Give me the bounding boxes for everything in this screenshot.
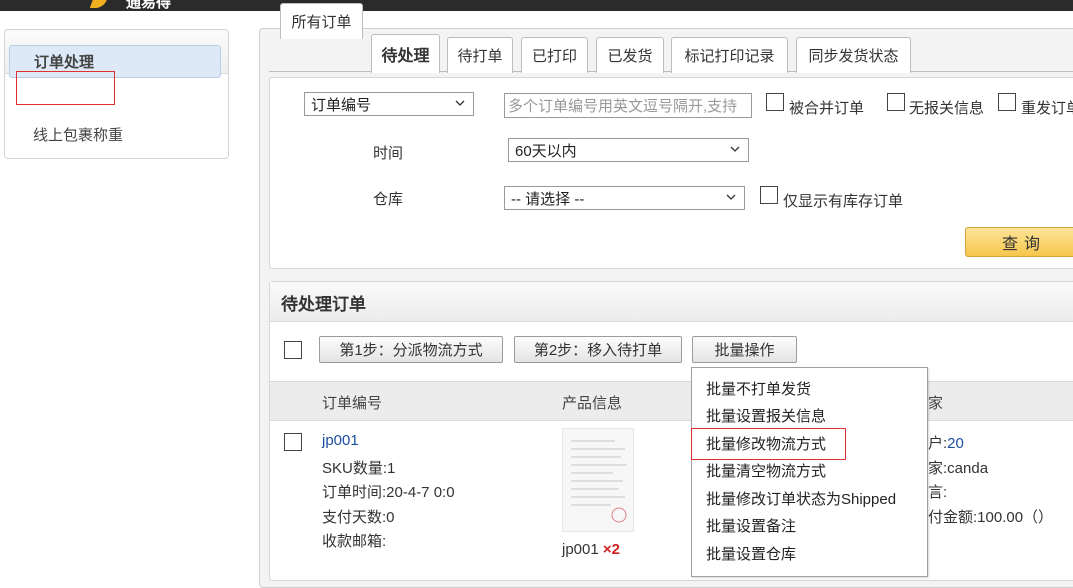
product-thumbnail[interactable]	[562, 428, 634, 532]
menu-item-clear-shipping[interactable]: 批量清空物流方式	[706, 460, 826, 481]
menu-item-ship-without-print[interactable]: 批量不打单发货	[706, 378, 811, 399]
chevron-down-icon	[726, 194, 736, 200]
order-field-select[interactable]: 订单编号	[304, 92, 474, 116]
column-buyer: 家	[928, 395, 944, 412]
seller-info: 家:canda	[928, 460, 989, 477]
product-sku-text: jp001	[562, 541, 599, 558]
chevron-down-icon	[455, 100, 465, 106]
pay-days: 支付天数:0	[322, 509, 395, 526]
tab-shipped[interactable]: 已发货	[596, 37, 664, 73]
column-product-info: 产品信息	[562, 395, 623, 412]
move-to-print-button[interactable]: 第2步：移入待打单	[514, 336, 682, 363]
column-order-number: 订单编号	[322, 395, 383, 412]
pending-orders-panel	[269, 281, 1073, 581]
top-bar: 通易得	[0, 0, 1073, 11]
buyer-label: 户:	[928, 435, 948, 452]
warehouse-select[interactable]: -- 请选择 --	[504, 186, 745, 210]
assign-shipping-button[interactable]: 第1步：分派物流方式	[319, 336, 503, 363]
reship-checkbox[interactable]	[998, 93, 1016, 111]
table-header	[270, 381, 1073, 421]
brand-name: 通易得	[126, 0, 172, 11]
query-button[interactable]: 查询	[965, 227, 1073, 257]
highlight-box	[691, 428, 846, 460]
merged-orders-label: 被合并订单	[789, 100, 865, 117]
logo-icon	[89, 0, 109, 8]
pending-orders-title: 待处理订单	[281, 295, 366, 314]
sku-count: SKU数量:1	[322, 460, 396, 477]
order-id-link[interactable]: jp001	[322, 432, 359, 449]
warehouse-label: 仓库	[373, 191, 404, 208]
chevron-down-icon	[730, 146, 740, 152]
tab-to-print[interactable]: 待打单	[447, 37, 513, 73]
message-info: 言:	[928, 484, 948, 501]
pay-amount: 付金额:100.00（）	[928, 509, 1054, 526]
tab-all-orders[interactable]: 所有订单	[280, 3, 363, 39]
row-checkbox[interactable]	[284, 433, 302, 451]
menu-item-set-warehouse[interactable]: 批量设置仓库	[706, 543, 796, 564]
pending-orders-header	[270, 282, 1073, 322]
in-stock-label: 仅显示有库存订单	[783, 193, 904, 210]
in-stock-checkbox[interactable]	[760, 186, 778, 204]
highlight-box	[16, 71, 115, 105]
no-customs-checkbox[interactable]	[887, 93, 905, 111]
time-select[interactable]: 60天以内	[508, 138, 749, 162]
order-field-select-value: 订单编号	[311, 96, 372, 114]
order-number-input[interactable]: 多个订单编号用英文逗号隔开,支持	[504, 93, 752, 118]
buyer-info: 户:20	[928, 432, 964, 453]
menu-item-mark-shipped[interactable]: 批量修改订单状态为Shipped	[706, 488, 896, 509]
time-select-value: 60天以内	[515, 142, 577, 160]
time-label: 时间	[373, 145, 404, 162]
menu-item-set-customs[interactable]: 批量设置报关信息	[706, 405, 826, 426]
sidebar-item-package-weighing[interactable]: 线上包裹称重	[9, 118, 221, 151]
merged-orders-checkbox[interactable]	[766, 93, 784, 111]
document-image	[563, 429, 633, 531]
tab-sync-shipping[interactable]: 同步发货状态	[796, 37, 911, 73]
no-customs-label: 无报关信息	[909, 100, 985, 117]
product-sku: jp001 ×2	[562, 541, 620, 558]
select-all-checkbox[interactable]	[284, 341, 302, 359]
product-quantity: ×2	[602, 541, 620, 558]
reship-label: 重发订单	[1021, 100, 1073, 117]
order-time: 订单时间:20-4-7 0:0	[322, 484, 455, 501]
buyer-value[interactable]: 20	[947, 435, 964, 452]
payee-email: 收款邮箱:	[322, 533, 387, 550]
menu-item-set-remark[interactable]: 批量设置备注	[706, 515, 796, 536]
tab-pending[interactable]: 待处理	[371, 34, 440, 73]
warehouse-select-value: -- 请选择 --	[511, 190, 585, 208]
tab-print-records[interactable]: 标记打印记录	[671, 37, 788, 73]
tab-printed[interactable]: 已打印	[521, 37, 588, 73]
batch-operations-button[interactable]: 批量操作	[692, 336, 797, 363]
